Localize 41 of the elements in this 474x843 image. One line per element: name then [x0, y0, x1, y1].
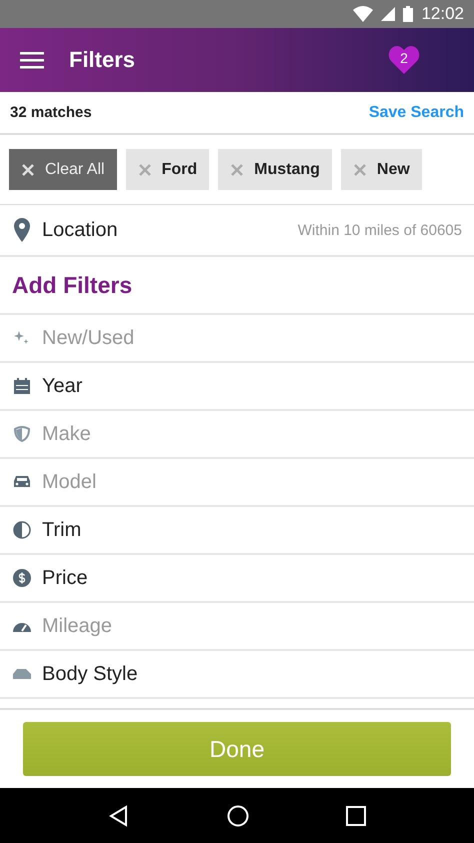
location-value: Within 10 miles of 60605	[298, 222, 462, 238]
location-label: Location	[42, 218, 119, 242]
close-icon	[230, 162, 244, 176]
shield-icon	[12, 424, 32, 444]
signal-icon	[381, 7, 396, 21]
wifi-icon	[353, 6, 374, 22]
match-count: 32 matches	[10, 104, 92, 121]
filter-row[interactable]: Trim	[0, 507, 474, 555]
filter-chip[interactable]: Ford	[126, 149, 210, 190]
status-time: 12:02	[421, 4, 464, 24]
filter-row[interactable]: Year	[0, 363, 474, 411]
filter-label: New/Used	[42, 326, 136, 350]
heart-icon	[388, 45, 420, 75]
filter-label: Model	[42, 470, 98, 494]
filter-chip[interactable]: Mustang	[218, 149, 332, 190]
location-row[interactable]: Location Within 10 miles of 60605	[0, 205, 474, 257]
filter-chip[interactable]: New	[340, 149, 422, 190]
battery-icon	[403, 6, 414, 22]
filter-label: Price	[42, 566, 89, 590]
clear-all-button[interactable]: Clear All	[9, 149, 117, 190]
filter-row[interactable]: Body Style	[0, 651, 474, 699]
filter-label: Trim	[42, 518, 82, 542]
favorites-button[interactable]: 2	[388, 45, 420, 75]
close-icon	[21, 162, 35, 176]
recents-icon[interactable]	[346, 806, 366, 826]
filter-row[interactable]: Price	[0, 555, 474, 603]
home-icon[interactable]	[226, 804, 249, 826]
filter-label: Mileage	[42, 614, 114, 638]
filter-label: Year	[42, 374, 84, 398]
filter-label: Body Style	[42, 662, 139, 686]
filter-label: Make	[42, 422, 92, 446]
contrast-icon	[12, 520, 32, 540]
menu-icon[interactable]	[20, 51, 44, 69]
section-title: Add Filters	[12, 272, 132, 298]
dollar-icon	[12, 568, 32, 588]
close-icon	[138, 162, 152, 176]
favorites-count: 2	[400, 50, 408, 66]
screen-title: Filters	[69, 47, 136, 73]
calendar-icon	[12, 376, 32, 396]
location-pin-icon	[12, 218, 32, 242]
close-icon	[352, 162, 367, 176]
